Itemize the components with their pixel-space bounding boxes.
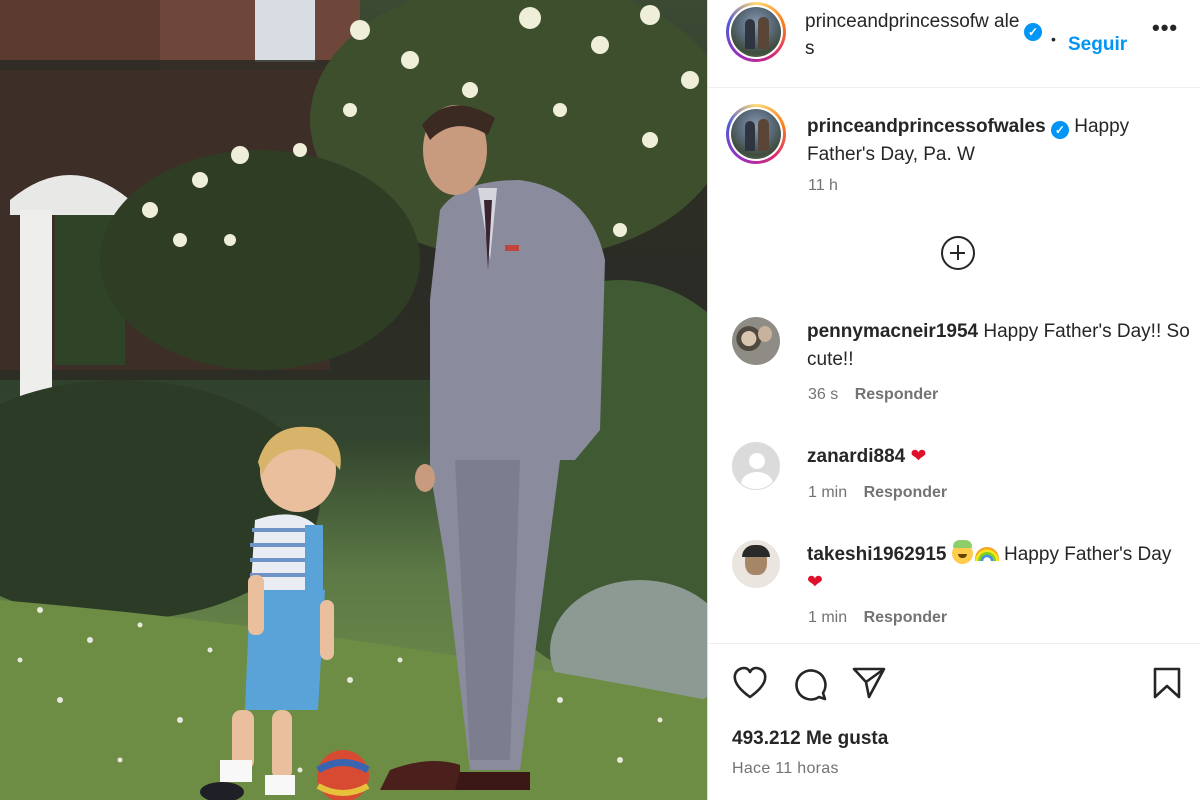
heart-icon[interactable] xyxy=(732,666,768,700)
comment-body: zanardi884 ❤ xyxy=(807,443,1192,471)
commenter-avatar[interactable] xyxy=(732,442,780,490)
comment-body: pennymacneir1954 Happy Father's Day!! So… xyxy=(807,318,1192,374)
verified-badge-icon: ✓ xyxy=(1024,23,1042,41)
more-options-icon[interactable]: ••• xyxy=(1152,15,1178,41)
comment-time[interactable]: 36 s xyxy=(808,386,838,403)
comment-time[interactable]: 1 min xyxy=(808,484,847,501)
face-emoji-icon xyxy=(951,540,973,564)
caption-avatar[interactable] xyxy=(726,104,786,164)
caption-time[interactable]: 11 h xyxy=(808,177,838,195)
post-actions: 493.212 Me gusta Hace 11 horas xyxy=(708,643,1200,800)
follow-button[interactable]: Seguir xyxy=(1068,34,1127,56)
likes-count[interactable]: 493.212 Me gusta xyxy=(732,728,888,750)
post-caption: princeandprincessofwales ✓ Happy Father'… xyxy=(708,88,1200,198)
comment-username[interactable]: takeshi1962915 xyxy=(807,544,946,565)
comment-body: takeshi1962915 Happy Father's Day ❤ xyxy=(807,540,1192,597)
post-header: princeandprincessofw ales ✓ • Seguir ••• xyxy=(708,0,1200,88)
reply-button[interactable]: Responder xyxy=(855,386,939,403)
reply-button[interactable]: Responder xyxy=(864,609,948,626)
comment-text: Happy Father's Day xyxy=(1004,544,1172,565)
comment-meta: 1 min Responder xyxy=(808,609,947,627)
commenter-avatar[interactable] xyxy=(732,540,780,588)
load-more-comments-icon[interactable] xyxy=(941,236,975,270)
photo-illustration xyxy=(0,0,707,800)
comment-username[interactable]: pennymacneir1954 xyxy=(807,321,978,342)
author-avatar[interactable] xyxy=(726,2,786,62)
bookmark-icon[interactable] xyxy=(1152,666,1182,700)
post-timestamp[interactable]: Hace 11 horas xyxy=(732,760,839,778)
red-heart-emoji: ❤ xyxy=(807,572,823,593)
comment-meta: 36 s Responder xyxy=(808,386,938,404)
caption-text-block: princeandprincessofwales ✓ Happy Father'… xyxy=(807,113,1187,169)
comment-meta: 1 min Responder xyxy=(808,484,947,502)
rainbow-emoji-icon xyxy=(974,547,999,561)
caption-username[interactable]: princeandprincessofwales xyxy=(807,116,1046,137)
comment-time[interactable]: 1 min xyxy=(808,609,847,626)
separator-dot: • xyxy=(1051,31,1056,47)
red-heart-emoji: ❤ xyxy=(910,446,927,467)
comment-icon[interactable] xyxy=(792,666,828,702)
reply-button[interactable]: Responder xyxy=(864,484,948,501)
comment-username[interactable]: zanardi884 xyxy=(807,446,905,467)
post-side-panel: princeandprincessofw ales ✓ • Seguir •••… xyxy=(708,0,1200,800)
commenter-avatar[interactable] xyxy=(732,317,780,365)
author-username[interactable]: princeandprincessofw ales xyxy=(805,8,1020,62)
share-icon[interactable] xyxy=(851,666,887,700)
verified-badge-icon: ✓ xyxy=(1050,121,1069,139)
post-photo xyxy=(0,0,707,800)
